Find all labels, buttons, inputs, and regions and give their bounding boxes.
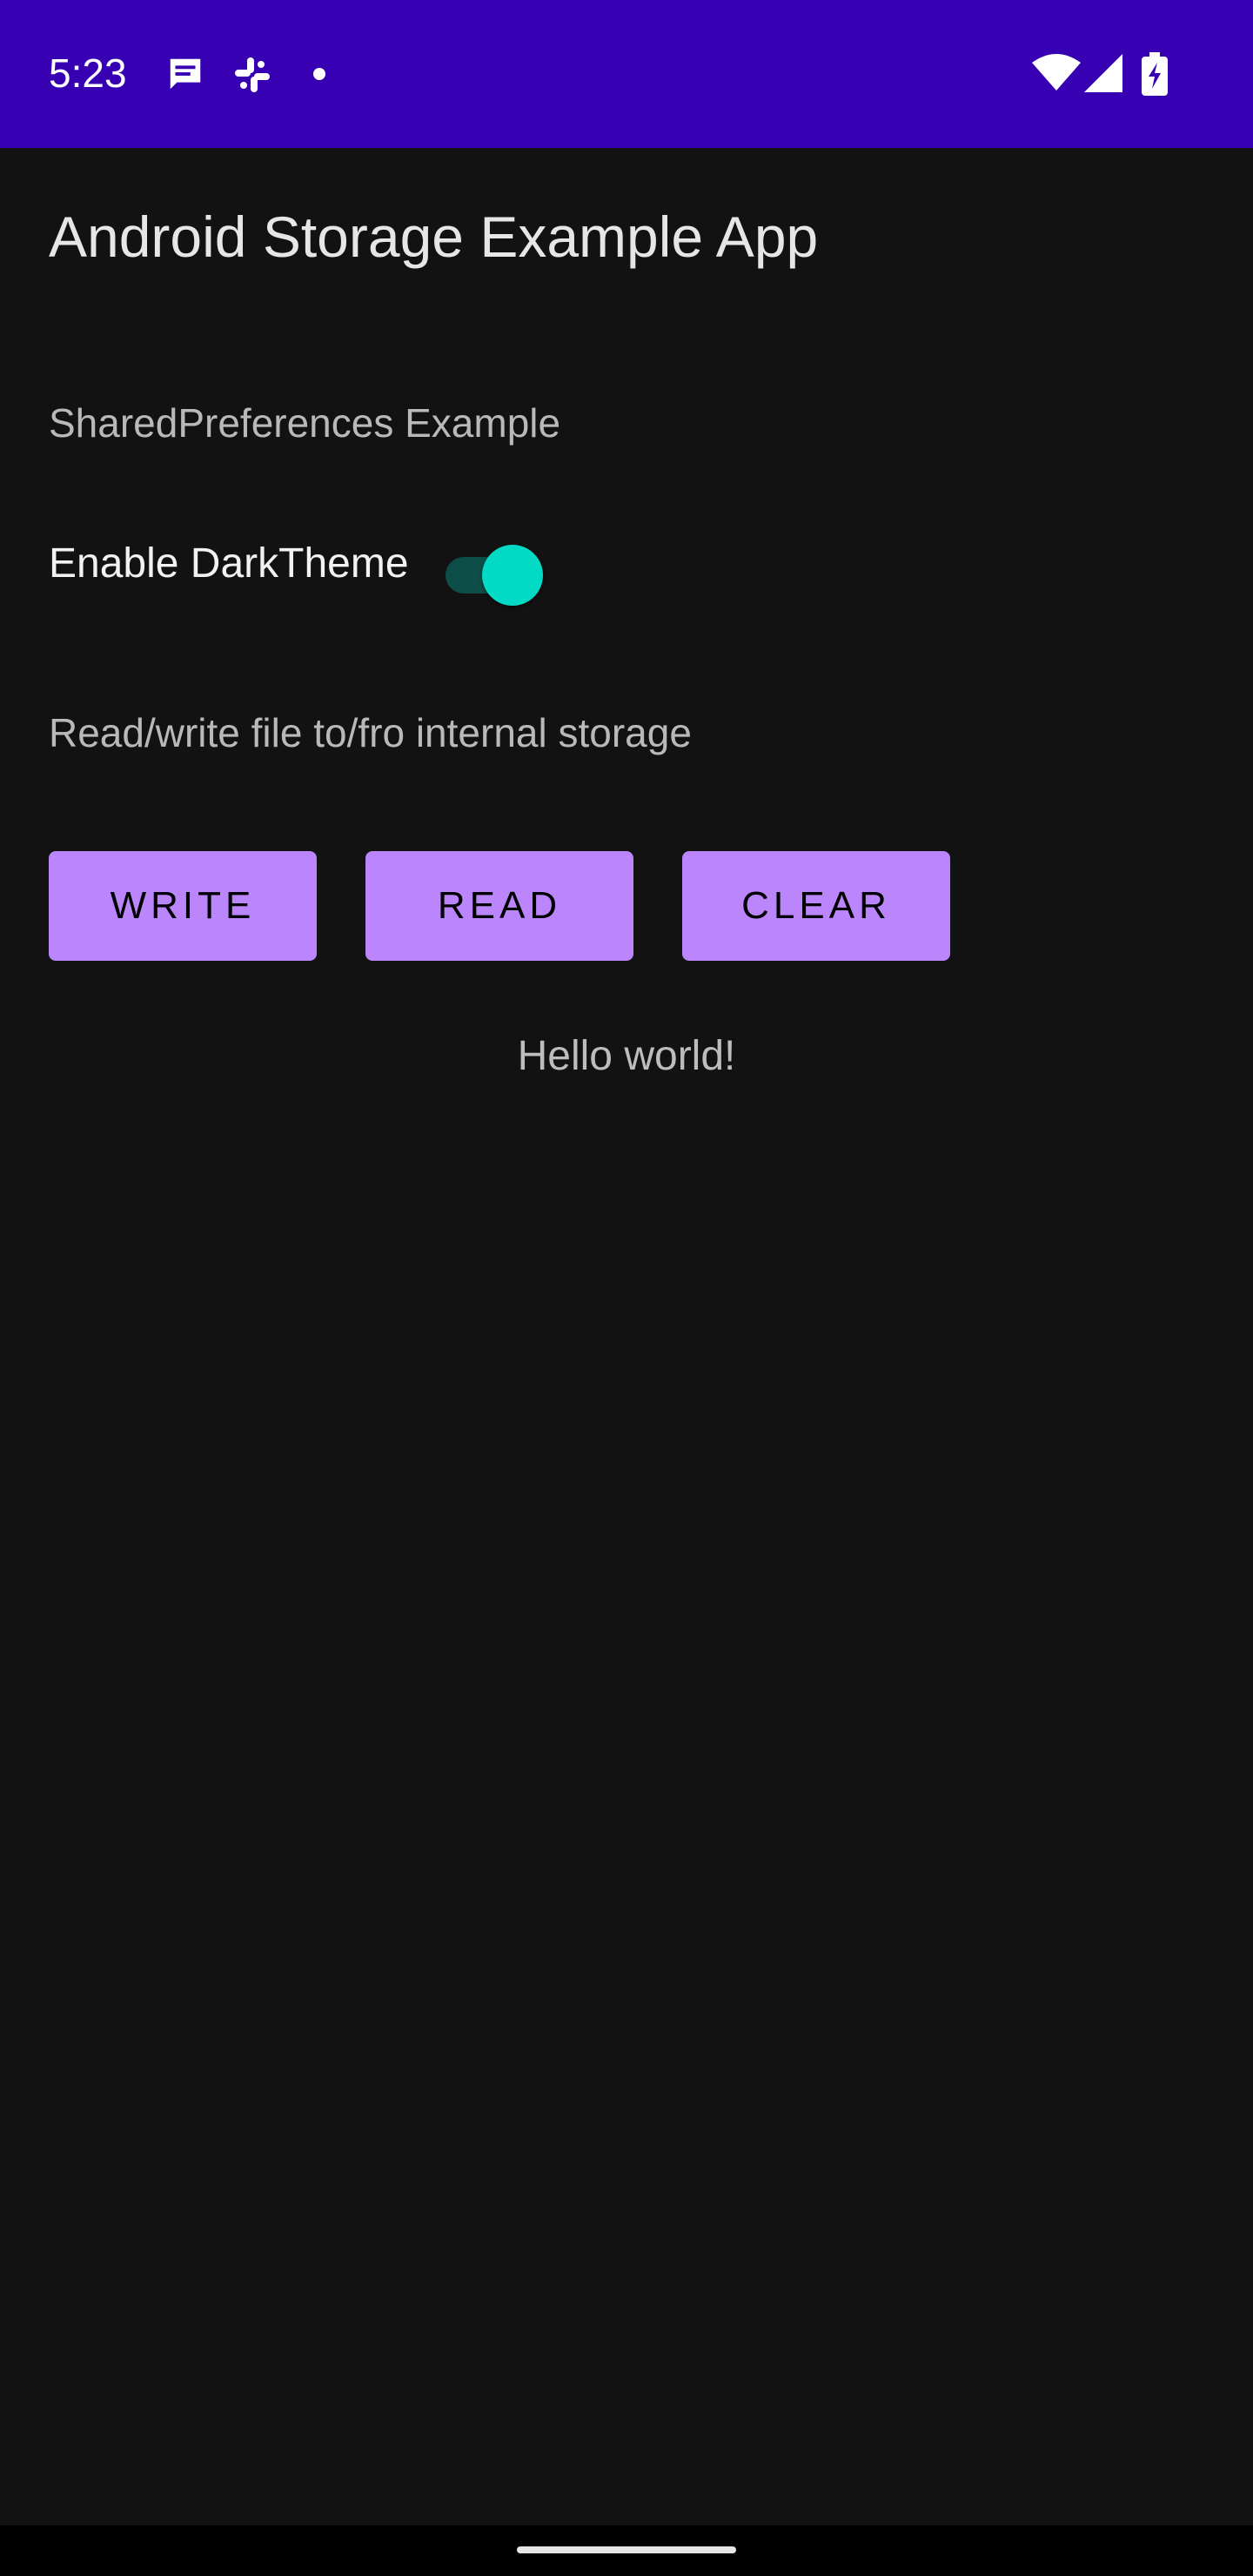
file-actions-row: WRITE READ CLEAR bbox=[49, 851, 1006, 961]
dot-icon bbox=[313, 68, 325, 80]
switch-thumb bbox=[482, 545, 543, 606]
file-storage-section-label: Read/write file to/fro internal storage bbox=[49, 710, 692, 755]
clear-button[interactable]: CLEAR bbox=[682, 851, 950, 961]
status-time: 5:23 bbox=[49, 50, 127, 96]
shared-preferences-section-label: SharedPreferences Example bbox=[49, 400, 561, 446]
slack-icon bbox=[235, 57, 270, 92]
dark-theme-switch[interactable] bbox=[440, 540, 548, 606]
read-button[interactable]: READ bbox=[365, 851, 633, 961]
app-bar: Android Storage Example App bbox=[0, 148, 1253, 322]
navigation-bar bbox=[0, 2526, 1253, 2576]
dark-theme-label: Enable DarkTheme bbox=[49, 540, 409, 587]
write-button[interactable]: WRITE bbox=[49, 851, 317, 961]
page-title: Android Storage Example App bbox=[49, 205, 819, 269]
wifi-icon bbox=[1032, 54, 1081, 91]
dark-theme-row: Enable DarkTheme bbox=[49, 529, 606, 606]
app-screen: 5:23 Android Storage Example App SharedP… bbox=[0, 0, 1253, 2576]
file-output-text: Hello world! bbox=[517, 1033, 736, 1079]
cellular-signal-icon bbox=[1084, 54, 1122, 92]
battery-charging-icon bbox=[1142, 52, 1168, 96]
home-gesture-handle[interactable] bbox=[517, 2546, 736, 2553]
status-bar: 5:23 bbox=[0, 0, 1253, 148]
message-icon bbox=[170, 58, 201, 90]
